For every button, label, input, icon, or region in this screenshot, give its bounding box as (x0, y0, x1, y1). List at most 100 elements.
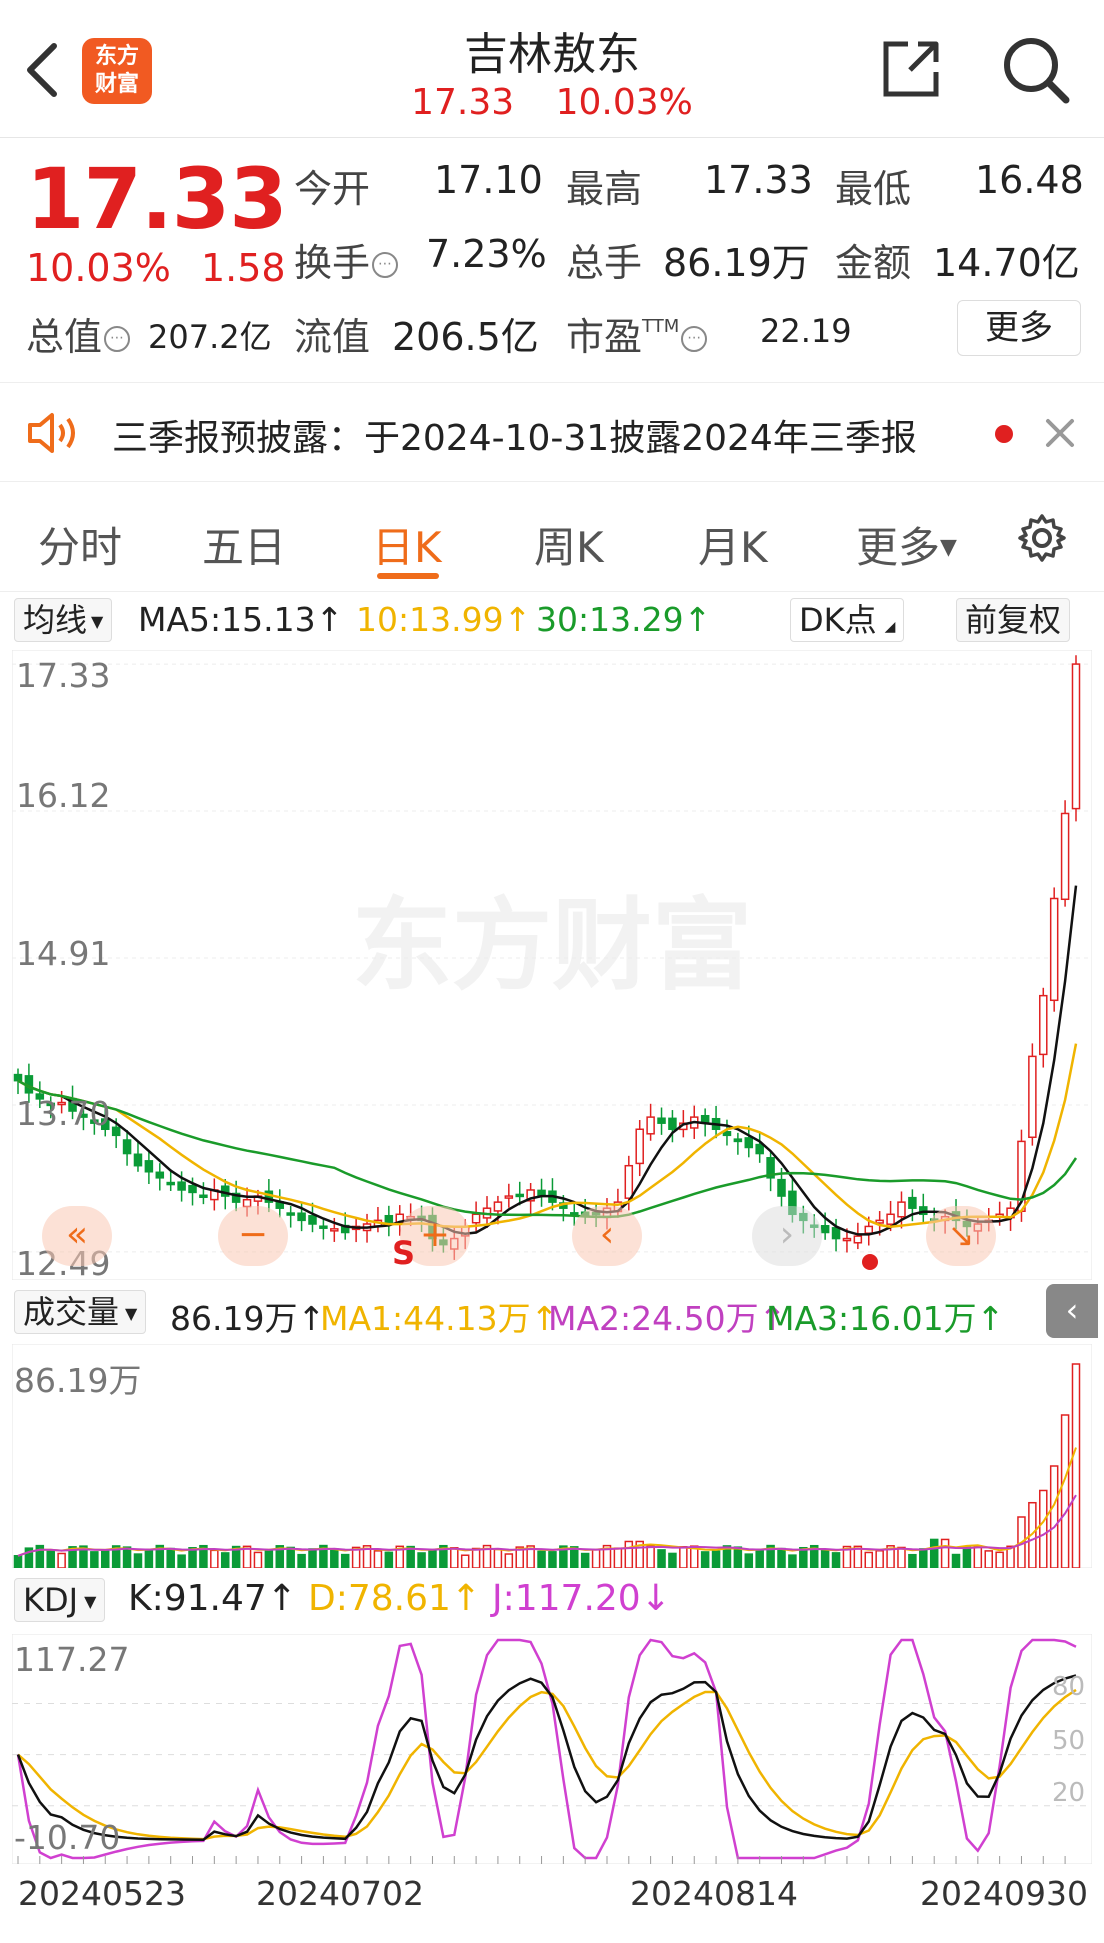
scroll-right-icon[interactable]: › (752, 1206, 822, 1266)
volume-bar (657, 1549, 666, 1568)
ma5-legend: MA5:15.13↑ (138, 600, 344, 639)
volume-bar (504, 1553, 514, 1568)
speaker-icon (28, 413, 75, 453)
volume-bar (919, 1548, 928, 1568)
collapse-panel-icon[interactable]: ‹ (1046, 1284, 1098, 1338)
volume-bar (929, 1538, 939, 1568)
volume-bar (646, 1544, 655, 1568)
volume-bar (875, 1550, 884, 1568)
volume-bar (995, 1551, 1004, 1568)
volume-selector[interactable]: 成交量 ▼ (14, 1290, 147, 1334)
kline-chart[interactable]: 东方财富 (12, 650, 1092, 1280)
volume-bar (264, 1550, 274, 1568)
candle-body (166, 1181, 175, 1186)
candle-body (820, 1225, 830, 1234)
search-icon[interactable] (1000, 34, 1072, 106)
period-tabs: 分时 五日 日K 周K 月K 更多▼ (0, 482, 1104, 592)
volume-bar (777, 1547, 786, 1568)
dk-point-selector[interactable]: DK点 ◢ (790, 598, 905, 642)
volume-bar (177, 1554, 186, 1568)
candle-body (286, 1212, 295, 1216)
candle-body (122, 1139, 132, 1155)
candle-body (755, 1143, 764, 1155)
volume-bar (973, 1545, 983, 1568)
adjust-selector[interactable]: 前复权 (956, 598, 1071, 642)
gear-icon[interactable] (1016, 512, 1068, 564)
tab-monthly-k[interactable]: 月K (698, 514, 768, 575)
candle-body (635, 1128, 644, 1165)
candle-body (133, 1153, 143, 1167)
kdj-selector[interactable]: KDJ ▼ (14, 1578, 106, 1622)
close-icon[interactable] (1042, 415, 1078, 451)
volume-bar (744, 1553, 754, 1568)
notice-bar[interactable]: 三季报预披露：于2024-10-31披露2024年三季报 (0, 382, 1104, 482)
zoom-out-icon[interactable]: − (218, 1206, 288, 1266)
kdj-d-legend: D:78.61↑ (308, 1578, 482, 1619)
volume-y-label: 86.19万 (14, 1361, 142, 1400)
volume-bar (908, 1553, 917, 1568)
volume-bar (733, 1546, 743, 1568)
tab-intraday[interactable]: 分时 (38, 514, 122, 575)
candle-body (111, 1126, 121, 1137)
candle-body (155, 1171, 165, 1179)
volume-bar (864, 1551, 874, 1568)
info-icon[interactable]: ⋯ (104, 326, 131, 352)
volume-bar (133, 1553, 143, 1568)
candle-body (1071, 663, 1081, 810)
unread-dot (995, 425, 1013, 443)
candle-body (733, 1138, 743, 1143)
volume-bar (188, 1547, 197, 1568)
kdj-ref-50: 50 (1052, 1726, 1086, 1756)
volume-bar (253, 1551, 263, 1568)
candle-body (831, 1227, 841, 1240)
y-axis-label: 16.12 (16, 776, 111, 815)
ma-selector[interactable]: 均线 ▼ (14, 598, 113, 642)
volume-bar (46, 1549, 55, 1568)
reset-view-icon[interactable]: ↘ (926, 1206, 996, 1266)
open-value: 17.10 (434, 158, 543, 202)
volume-bar (831, 1552, 841, 1568)
candle-body (624, 1164, 634, 1199)
candle-body (1060, 812, 1070, 901)
volume-bar (100, 1550, 110, 1568)
tab-five-day[interactable]: 五日 (202, 514, 286, 575)
float-value: 206.5亿 (392, 315, 539, 359)
event-dot (862, 1254, 878, 1270)
y-axis-label: 13.70 (16, 1094, 111, 1133)
volume-bar (613, 1547, 623, 1568)
tab-weekly-k[interactable]: 周K (534, 514, 604, 575)
scroll-left-fast-icon[interactable]: « (42, 1206, 112, 1266)
candle-body (875, 1219, 884, 1224)
info-icon[interactable]: ⋯ (372, 252, 399, 278)
scroll-left-icon[interactable]: ‹ (572, 1206, 642, 1266)
tab-more[interactable]: 更多▼ (856, 514, 957, 575)
kdj-chart[interactable] (12, 1634, 1092, 1864)
date-label: 20240930 (920, 1874, 1088, 1913)
volume-bar (297, 1553, 306, 1568)
chevron-down-icon: ▼ (940, 535, 957, 560)
volume-bar (1060, 1414, 1070, 1568)
candle-body (908, 1196, 917, 1209)
share-icon[interactable] (880, 38, 942, 100)
mktcap-value: 207.2亿 (148, 318, 272, 356)
volume-bar (330, 1548, 339, 1568)
volume-label: 总手 (566, 241, 643, 285)
date-label: 20240814 (630, 1874, 798, 1913)
volume-bar (428, 1549, 437, 1568)
more-button[interactable]: 更多 (957, 300, 1081, 356)
mktcap-label: 总值 ⋯ (26, 306, 131, 361)
info-icon[interactable]: ⋯ (681, 326, 708, 352)
volume-chart[interactable] (12, 1344, 1092, 1568)
top-bar: 东方 财富 吉林敖东 17.33 10.03% (0, 0, 1104, 138)
candle-body (777, 1178, 786, 1197)
candle-body (744, 1137, 754, 1149)
tab-daily-k[interactable]: 日K (372, 514, 442, 575)
volume-bar (493, 1548, 503, 1568)
volume-bar (471, 1547, 481, 1568)
volume-bar (570, 1546, 579, 1568)
candle-body (188, 1184, 197, 1194)
candle-body (1049, 897, 1059, 1002)
vol-ma3-legend: MA3:16.01万↑ (766, 1299, 1005, 1338)
volume-bar (122, 1546, 132, 1568)
y-axis-label: 14.91 (16, 934, 111, 973)
